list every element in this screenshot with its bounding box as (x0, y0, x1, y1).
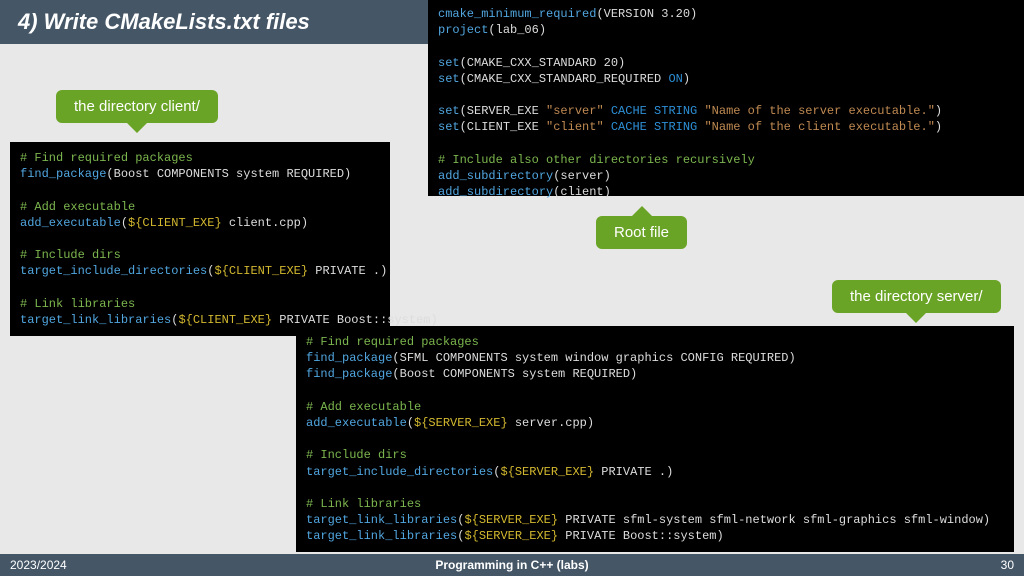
footer-center: Programming in C++ (labs) (0, 558, 1024, 572)
footer: 2023/2024 Programming in C++ (labs) 30 (0, 554, 1024, 576)
callout-server: the directory server/ (832, 280, 1001, 313)
slide-title: 4) Write CMakeLists.txt files (18, 9, 310, 35)
code-server: # Find required packages find_package(SF… (296, 326, 1014, 552)
callout-root: Root file (596, 216, 687, 249)
code-root: cmake_minimum_required(VERSION 3.20) pro… (428, 0, 1024, 196)
footer-page: 30 (1001, 558, 1014, 572)
slide: 4) Write CMakeLists.txt files cmake_mini… (0, 0, 1024, 576)
code-client: # Find required packages find_package(Bo… (10, 142, 390, 336)
callout-client: the directory client/ (56, 90, 218, 123)
